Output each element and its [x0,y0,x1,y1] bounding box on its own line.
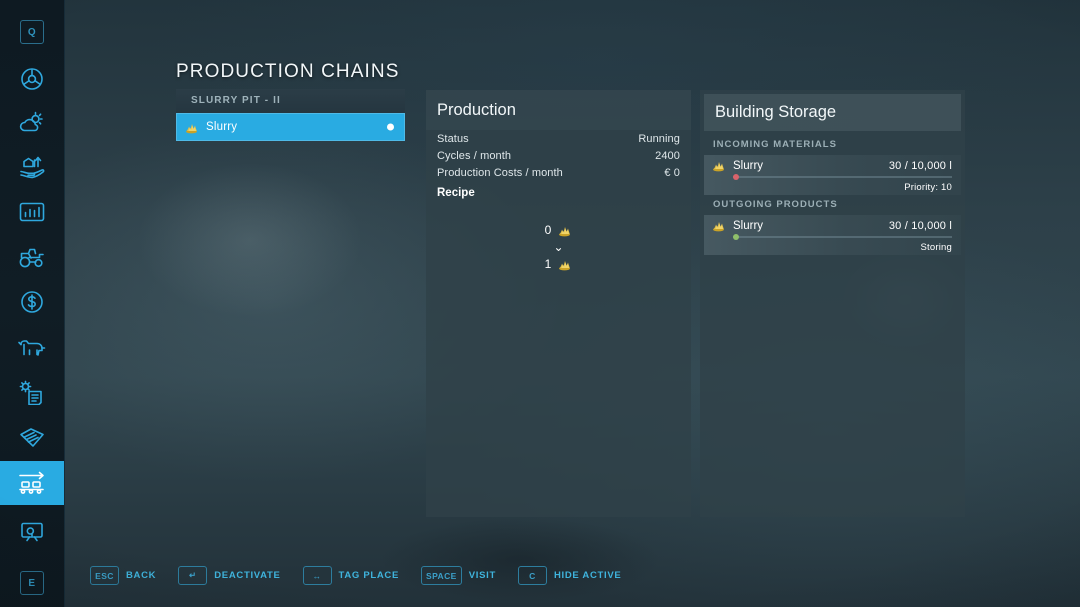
storage-item-outgoing-slurry[interactable]: Slurry 30 / 10,000 l Storing [704,215,961,255]
help-label: HIDE ACTIVE [553,570,622,581]
sidebar-item-map-screen[interactable] [0,510,64,554]
stat-value: € 0 [664,166,680,179]
gear-document-icon [19,380,42,405]
slurry-icon [559,226,571,236]
storage-item-name: Slurry [733,159,764,172]
chain-list: SLURRY PIT - II Slurry [176,89,405,141]
storage-item-top-row: Slurry 30 / 10,000 l [711,219,952,232]
chain-row-status-dot [387,123,394,131]
sidebar-item-animals[interactable] [0,325,64,369]
sidebar-item-documents[interactable] [0,416,64,460]
help-action-deactivate[interactable]: ↵ DEACTIVATE [178,566,280,585]
stat-key: Status [437,132,469,145]
keycap-enter-icon: ↵ [178,566,208,585]
stat-value: 2400 [655,149,680,162]
sidebar-item-key-e-hint: E [0,561,64,605]
sidebar-item-weather[interactable] [0,101,64,145]
storage-item-bar [733,174,952,180]
storage-item-capacity: 10,000 l [911,219,952,232]
slurry-icon [713,162,724,172]
building-storage-title: Building Storage [704,94,961,131]
production-panel: Production Status Running Cycles / month… [426,90,691,517]
keycap-e-icon: E [20,571,44,595]
stat-value: Running [638,132,680,145]
recipe-output-node: 1 [545,257,573,271]
chain-row-slurry[interactable]: Slurry [176,113,405,141]
sidebar-item-contracts[interactable] [0,370,64,414]
sidebar-item-finances-hand[interactable] [0,145,64,189]
storage-item-amount: 30 [888,159,902,172]
storage-item-top-row: Slurry 30 / 10,000 l [711,159,952,172]
slurry-icon [559,260,571,270]
keycap-q-icon: Q [20,20,44,44]
stat-key: Production Costs / month [437,166,563,179]
sidebar: Q E [0,0,65,607]
sidebar-item-finances[interactable] [0,280,64,324]
chain-row-label: Slurry [206,121,238,133]
keycap-c-icon: C [517,566,547,585]
help-label: BACK [126,570,157,581]
keycap-space-icon: SPACE [421,566,462,585]
slurry-icon [186,123,197,133]
stat-key: Cycles / month [437,149,512,162]
help-action-hide-active[interactable]: C HIDE ACTIVE [517,566,622,585]
help-action-visit[interactable]: SPACE VISIT [421,566,496,585]
storage-item-bar [733,234,952,240]
recipe-heading: Recipe [437,187,475,199]
help-action-tag-place[interactable]: ↔ TAG PLACE [302,566,400,585]
storage-item-incoming-slurry[interactable]: Slurry 30 / 10,000 l Priority: 10 [704,155,961,195]
storage-item-amount: 30 [888,219,902,232]
storage-item-bar-fill [733,234,739,240]
help-action-back[interactable]: ESC BACK [90,566,156,585]
sidebar-item-statistics[interactable] [0,190,64,234]
section-header-outgoing: OUTGOING PRODUCTS [713,199,838,210]
stat-row-status: Status Running [426,130,691,147]
storage-item-name: Slurry [733,219,764,232]
help-label: VISIT [468,570,496,581]
sidebar-item-vehicles[interactable] [0,235,64,279]
tractor-icon [19,248,44,268]
recipe-graph: 0 ⌄ 1 [426,223,691,271]
storage-item-quantity: 30 / 10,000 l [889,220,952,232]
recipe-output-amount: 1 [544,257,552,271]
section-header-incoming: INCOMING MATERIALS [713,139,837,150]
storage-item-separator: / [904,159,908,172]
page-title: PRODUCTION CHAINS [176,61,400,82]
storage-item-quantity: 30 / 10,000 l [889,160,952,172]
sidebar-item-vehicle-steering[interactable] [0,57,64,101]
storage-item-separator: / [904,219,908,232]
slurry-icon [713,222,724,232]
keycap-esc-icon: ESC [90,566,119,585]
dollar-circle-icon [21,291,43,313]
stat-row-costs: Production Costs / month € 0 [426,164,691,181]
chain-group-header: SLURRY PIT - II [176,89,405,113]
steering-wheel-icon [21,68,43,90]
storage-item-sublabel: Storing [920,242,952,253]
bar-chart-icon [19,202,45,222]
recipe-arrow-icon: ⌄ [553,240,564,254]
monitor-tree-icon [21,522,43,542]
stat-row-cycles: Cycles / month 2400 [426,147,691,164]
storage-item-capacity: 10,000 l [911,159,952,172]
storage-item-bar-fill [733,174,739,180]
keycap-left-right-arrow-icon: ↔ [302,566,332,585]
weather-sun-cloud-icon [19,111,43,132]
storage-item-sublabel: Priority: 10 [904,182,952,193]
sidebar-item-key-q-hint: Q [0,10,64,54]
production-panel-title: Production [426,90,691,130]
recipe-input-amount: 0 [544,223,552,237]
help-bar: ESC BACK ↵ DEACTIVATE ↔ TAG PLACE SPACE … [90,566,621,585]
conveyor-belt-icon [19,471,44,494]
documents-icon [20,428,44,447]
help-label: DEACTIVATE [214,570,281,581]
sidebar-item-production-chains[interactable] [0,461,64,505]
recipe-input-node: 0 [545,223,573,237]
help-label: TAG PLACE [338,570,400,581]
cow-icon [18,340,46,356]
hand-growth-icon [20,156,45,179]
building-storage-panel: Building Storage INCOMING MATERIALS Slur… [700,90,965,517]
